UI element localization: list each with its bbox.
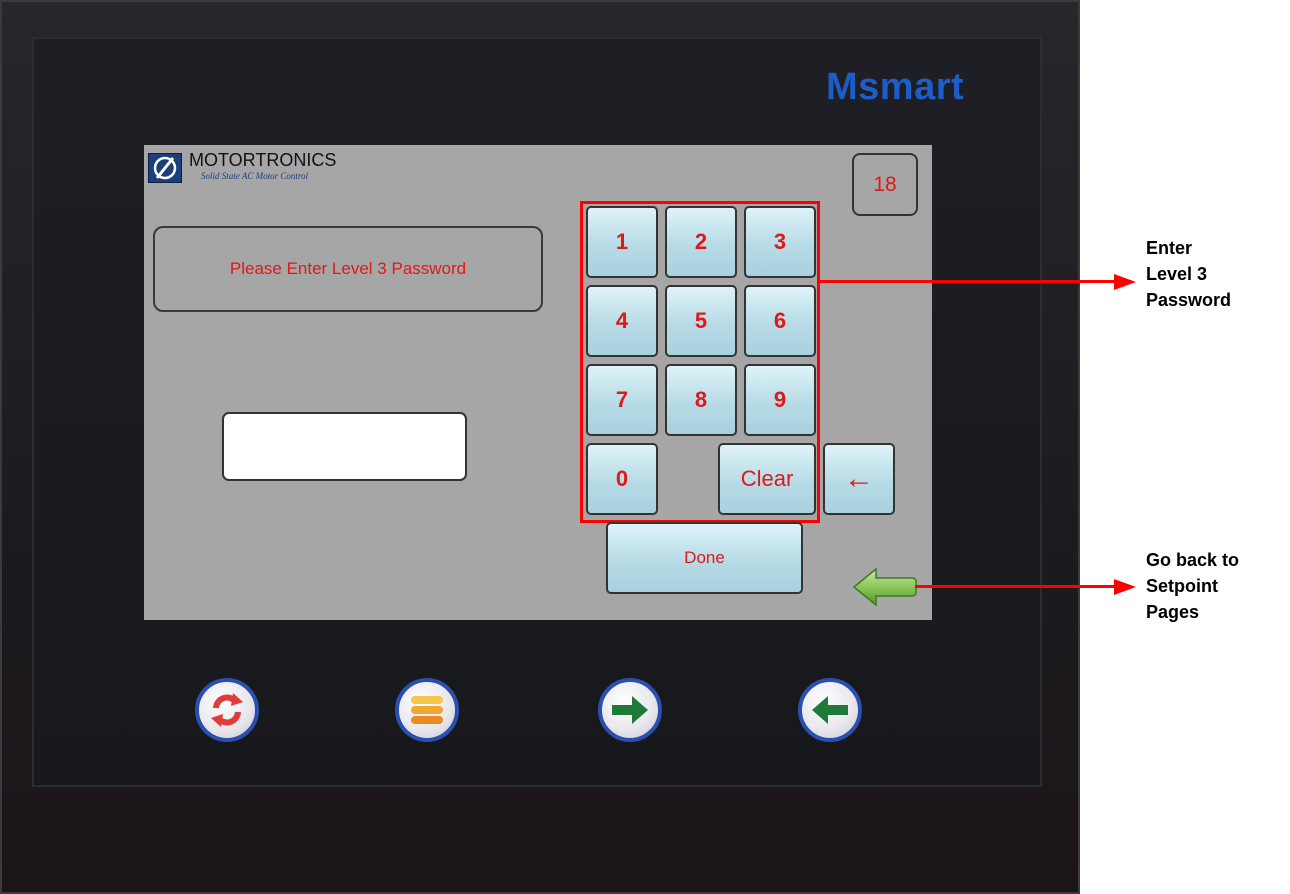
- logo-tagline: Solid State AC Motor Control: [201, 171, 309, 181]
- page-number: 18: [852, 153, 918, 216]
- keypad-callout-text: Enter Level 3 Password: [1146, 238, 1232, 310]
- arrow-left-icon[interactable]: [798, 678, 862, 742]
- key-3[interactable]: 3: [744, 206, 816, 278]
- back-callout-line: [915, 585, 1120, 588]
- key-9[interactable]: 9: [744, 364, 816, 436]
- refresh-icon[interactable]: [195, 678, 259, 742]
- key-0[interactable]: 0: [586, 443, 658, 515]
- key-8[interactable]: 8: [665, 364, 737, 436]
- key-2[interactable]: 2: [665, 206, 737, 278]
- arrow-right-icon[interactable]: [598, 678, 662, 742]
- logo-name: MOTORTRONICS: [189, 150, 337, 170]
- back-callout-text: Go back to Setpoint Pages: [1146, 550, 1240, 622]
- key-5[interactable]: 5: [665, 285, 737, 357]
- touch-screen: MOTORTRONICS Solid State AC Motor Contro…: [144, 145, 932, 620]
- motortronics-logo-icon: [148, 153, 182, 183]
- password-prompt: Please Enter Level 3 Password: [153, 226, 543, 312]
- keypad-callout-line: [820, 280, 1120, 283]
- key-1[interactable]: 1: [586, 206, 658, 278]
- password-input[interactable]: [222, 412, 467, 481]
- key-4[interactable]: 4: [586, 285, 658, 357]
- menu-icon[interactable]: [395, 678, 459, 742]
- back-callout-arrow-icon: [1114, 579, 1136, 595]
- backspace-button[interactable]: ←: [823, 443, 895, 515]
- key-6[interactable]: 6: [744, 285, 816, 357]
- key-7[interactable]: 7: [586, 364, 658, 436]
- done-button[interactable]: Done: [606, 522, 803, 594]
- brand-label: Msmart: [826, 66, 965, 108]
- green-back-arrow-icon[interactable]: [850, 565, 918, 614]
- keypad-callout-arrow-icon: [1114, 274, 1136, 290]
- clear-button[interactable]: Clear: [718, 443, 816, 515]
